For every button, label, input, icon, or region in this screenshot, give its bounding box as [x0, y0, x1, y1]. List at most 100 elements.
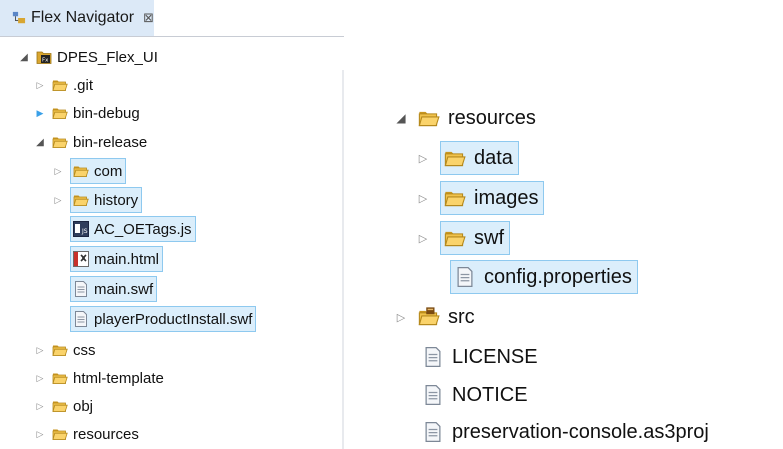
- navigator-icon: [12, 10, 26, 26]
- tree-item-label: AC_OETags.js: [94, 220, 192, 238]
- selection-highlight[interactable]: data: [440, 141, 519, 175]
- tree-item-label: com: [94, 162, 123, 180]
- tree-item-bin-debug[interactable]: ▶ bin-debug: [34, 100, 140, 126]
- file-icon: [73, 281, 89, 297]
- tree-item-label: .git: [73, 76, 94, 94]
- tree-item-label: src: [448, 305, 475, 328]
- tree-item-label: bin-release: [73, 133, 148, 151]
- tree-item-label: images: [474, 186, 539, 209]
- tree-item-label: main.swf: [94, 280, 154, 298]
- selection-highlight[interactable]: config.properties: [450, 260, 638, 294]
- selection-highlight[interactable]: main.swf: [70, 276, 158, 302]
- tree-item-ac-oetags[interactable]: AC_OETags.js: [70, 216, 196, 242]
- selection-highlight[interactable]: swf: [440, 221, 510, 255]
- collapsed-arrow-icon[interactable]: ▷: [34, 401, 46, 412]
- collapsed-arrow-icon[interactable]: ▷: [52, 195, 64, 206]
- tree-item-bin-release[interactable]: ◢ bin-release: [34, 129, 147, 155]
- tree-item-label: history: [94, 191, 139, 209]
- tree-item-images[interactable]: ▷ images: [416, 181, 545, 215]
- collapsed-arrow-icon[interactable]: ▷: [416, 192, 430, 205]
- tree-item-label: config.properties: [484, 265, 632, 288]
- collapsed-arrow-icon[interactable]: ▷: [34, 80, 46, 91]
- expanded-arrow-icon[interactable]: ◢: [394, 111, 408, 125]
- tab-title: Flex Navigator: [30, 9, 135, 26]
- collapsed-arrow-icon[interactable]: ▷: [34, 345, 46, 356]
- file-icon: [422, 347, 444, 367]
- tree-item-html-template[interactable]: ▷ html-template: [34, 365, 164, 391]
- tree-item-notice[interactable]: NOTICE: [422, 378, 528, 412]
- tree-item-license[interactable]: LICENSE: [422, 340, 538, 374]
- collapsed-arrow-icon[interactable]: ▷: [34, 429, 46, 440]
- tab-flex-navigator[interactable]: Flex Navigator ⊠: [0, 0, 154, 36]
- file-icon: [73, 311, 89, 327]
- tree-item-player-product-install[interactable]: playerProductInstall.swf: [70, 306, 257, 332]
- selection-highlight[interactable]: com: [70, 158, 127, 184]
- collapsed-arrow-icon[interactable]: ▷: [394, 311, 408, 324]
- tree-item-main-html[interactable]: main.html: [70, 246, 164, 272]
- tree-item-label: html-template: [73, 369, 164, 387]
- tree-item-label: css: [73, 341, 96, 359]
- tree-item-project[interactable]: ◢ DPES_Flex_UI: [18, 44, 158, 70]
- tree-item-main-swf[interactable]: main.swf: [70, 276, 158, 302]
- tree-item-resources-expanded[interactable]: ◢ resources: [394, 101, 535, 135]
- tree-item-config-properties[interactable]: config.properties: [450, 260, 638, 294]
- flex-navigator-panel: Flex Navigator ⊠ ◢ DPES_Flex_UI ▷ .git ▶…: [0, 0, 344, 449]
- zoomed-tree-panel: ◢ resources ▷ data ▷ images ▷ swf config…: [350, 0, 783, 449]
- collapsed-arrow-icon[interactable]: ▷: [34, 373, 46, 384]
- file-icon: [454, 267, 476, 287]
- folder-icon: [444, 228, 466, 248]
- tree-item-history[interactable]: ▷ history: [52, 187, 143, 213]
- view-tab-strip: Flex Navigator ⊠: [0, 0, 344, 37]
- collapsed-arrow-icon[interactable]: ▷: [52, 166, 64, 177]
- selection-highlight[interactable]: images: [440, 181, 545, 215]
- tree-item-label: bin-debug: [73, 104, 140, 122]
- tree-item-label: resources: [73, 425, 139, 443]
- tree-item-label: NOTICE: [452, 383, 528, 406]
- folder-icon: [52, 134, 68, 150]
- tree-item-css[interactable]: ▷ css: [34, 337, 96, 363]
- folder-icon: [52, 370, 68, 386]
- folder-icon: [73, 163, 89, 179]
- tree-item-data[interactable]: ▷ data: [416, 141, 519, 175]
- folder-icon: [444, 188, 466, 208]
- folder-icon: [444, 148, 466, 168]
- tree-item-label: data: [474, 146, 513, 169]
- selection-highlight[interactable]: history: [70, 187, 143, 213]
- tree-item-swf[interactable]: ▷ swf: [416, 221, 510, 255]
- screenshot-stage: Flex Navigator ⊠ ◢ DPES_Flex_UI ▷ .git ▶…: [0, 0, 783, 449]
- tree-item-label: preservation-console.as3proj: [452, 420, 709, 443]
- folder-icon: [52, 426, 68, 442]
- tree-item-preservation-console[interactable]: preservation-console.as3proj: [422, 415, 709, 449]
- selection-highlight[interactable]: main.html: [70, 246, 164, 272]
- tree-item-git[interactable]: ▷ .git: [34, 72, 93, 98]
- folder-icon: [73, 192, 89, 208]
- folder-icon: [52, 105, 68, 121]
- tree-item-label: main.html: [94, 250, 160, 268]
- selection-highlight[interactable]: AC_OETags.js: [70, 216, 196, 242]
- folder-icon: [418, 108, 440, 128]
- tree-item-label: obj: [73, 397, 94, 415]
- tree-item-resources[interactable]: ▷ resources: [34, 421, 139, 447]
- tree-item-obj[interactable]: ▷ obj: [34, 393, 94, 419]
- close-icon[interactable]: ⊠: [143, 10, 154, 26]
- flex-project-icon: [36, 49, 52, 65]
- expanded-arrow-icon[interactable]: ◢: [18, 52, 30, 63]
- tree-item-label: swf: [474, 226, 504, 249]
- collapsed-arrow-icon[interactable]: ▶: [34, 108, 46, 119]
- panel-divider: [342, 70, 344, 449]
- source-folder-icon: [418, 307, 440, 327]
- tree-item-com[interactable]: ▷ com: [52, 158, 127, 184]
- tree-item-label: LICENSE: [452, 345, 538, 368]
- tree-item-label: playerProductInstall.swf: [94, 310, 253, 328]
- collapsed-arrow-icon[interactable]: ▷: [416, 152, 430, 165]
- expanded-arrow-icon[interactable]: ◢: [34, 137, 46, 148]
- html-file-icon: [73, 251, 89, 267]
- tree-item-src[interactable]: ▷ src: [394, 300, 475, 334]
- collapsed-arrow-icon[interactable]: ▷: [416, 232, 430, 245]
- file-icon: [422, 385, 444, 405]
- js-file-icon: [73, 221, 89, 237]
- folder-icon: [52, 77, 68, 93]
- file-icon: [422, 422, 444, 442]
- tree-item-label: DPES_Flex_UI: [57, 48, 158, 66]
- selection-highlight[interactable]: playerProductInstall.swf: [70, 306, 257, 332]
